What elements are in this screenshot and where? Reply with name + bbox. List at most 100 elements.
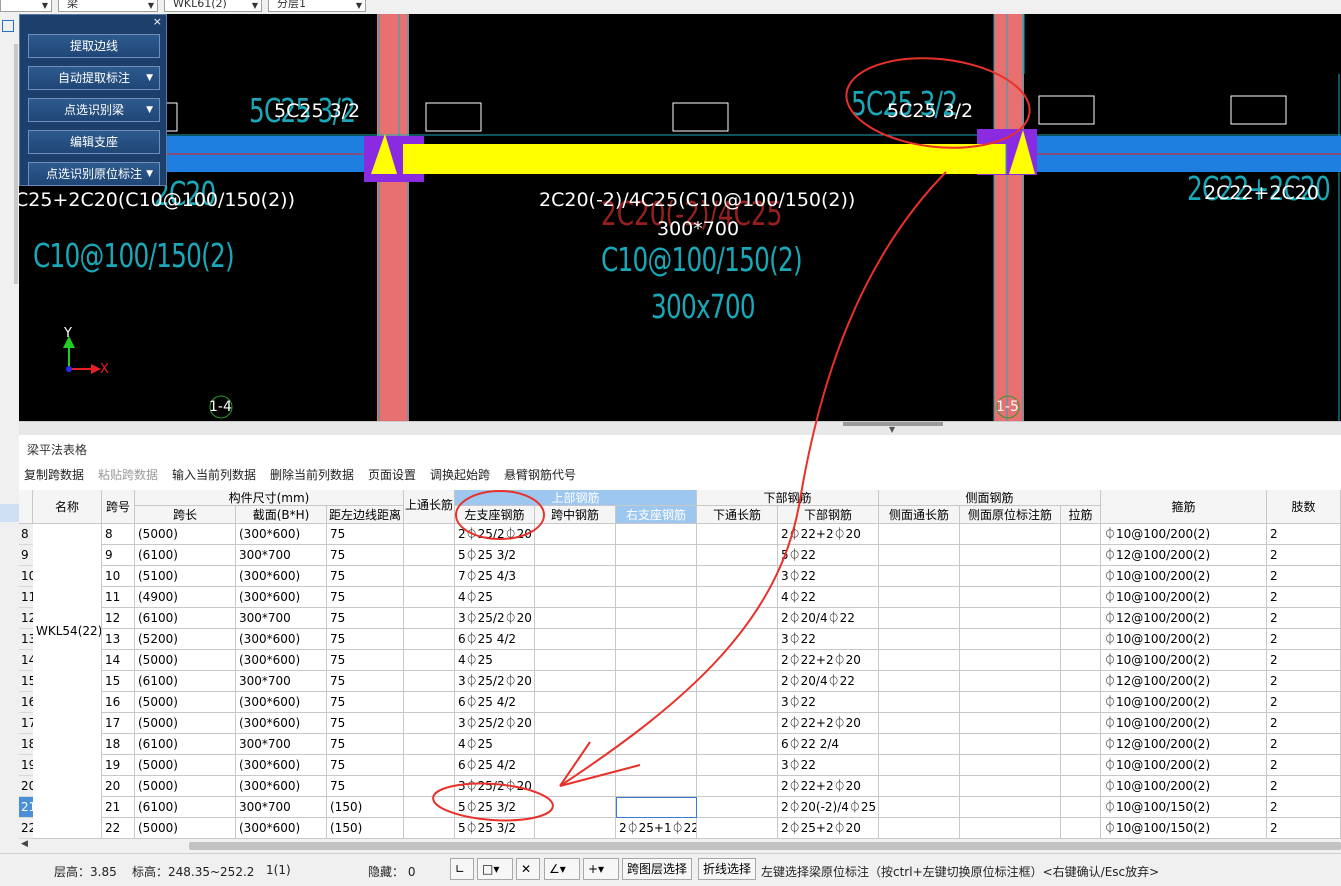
cell-length[interactable]: (6100) bbox=[135, 545, 236, 566]
cell-left-support[interactable]: 3⏀25/2⏀20 bbox=[455, 776, 535, 797]
cell-offset[interactable]: 75 bbox=[327, 545, 404, 566]
pick-recognize-original-annotation-button[interactable]: 点选识别原位标注 ▼ bbox=[28, 162, 160, 186]
cell-empty[interactable] bbox=[1061, 713, 1101, 734]
cell-span[interactable]: 18 bbox=[102, 734, 135, 755]
view-splitter[interactable]: ▼ bbox=[19, 421, 1341, 436]
cell-empty[interactable] bbox=[879, 566, 960, 587]
cell-empty[interactable] bbox=[535, 524, 616, 545]
cell-section[interactable]: (300*600) bbox=[236, 692, 327, 713]
cell-span[interactable]: 21 bbox=[102, 797, 135, 818]
row-index[interactable]: 8 bbox=[19, 524, 33, 545]
cell-stirrup[interactable]: ⏀10@100/200(2) bbox=[1101, 692, 1267, 713]
cell-right-support[interactable] bbox=[616, 650, 697, 671]
cell-stirrup[interactable]: ⏀10@100/200(2) bbox=[1101, 587, 1267, 608]
paste-span-data-button[interactable]: 粘贴跨数据 bbox=[98, 466, 158, 483]
combo-element-type[interactable]: 梁 ▼ bbox=[58, 0, 158, 12]
cell-offset[interactable]: 75 bbox=[327, 692, 404, 713]
header-bottom-through[interactable]: 下通长筋 bbox=[697, 506, 778, 524]
cell-left-support[interactable]: 5⏀25 3/2 bbox=[455, 797, 535, 818]
cell-empty[interactable] bbox=[1061, 566, 1101, 587]
cell-legs[interactable]: 2 bbox=[1267, 818, 1341, 839]
cell-empty[interactable] bbox=[404, 524, 455, 545]
row-index[interactable]: 17 bbox=[19, 713, 36, 734]
row-index[interactable]: 12 bbox=[19, 608, 36, 629]
header-side-orig[interactable]: 侧面原位标注筋 bbox=[960, 506, 1061, 524]
header-offset[interactable]: 距左边线距离 bbox=[327, 506, 404, 524]
chevron-down-icon[interactable]: ▼ bbox=[146, 67, 153, 89]
cad-drawing-area[interactable]: 5C25 3/2 5C25 3/2 5C25 3/2 5C25 3/2 2C20… bbox=[19, 14, 1341, 421]
cell-empty[interactable] bbox=[697, 671, 778, 692]
cell-empty[interactable] bbox=[697, 818, 778, 839]
cell-stirrup[interactable]: ⏀10@100/200(2) bbox=[1101, 776, 1267, 797]
cell-left-support[interactable]: 6⏀25 4/2 bbox=[455, 629, 535, 650]
cell-empty[interactable] bbox=[697, 608, 778, 629]
cell-length[interactable]: (5000) bbox=[135, 713, 236, 734]
row-index[interactable]: 11 bbox=[19, 587, 36, 608]
cell-section[interactable]: (300*600) bbox=[236, 776, 327, 797]
swap-start-span-button[interactable]: 调换起始跨 bbox=[430, 466, 490, 483]
cell-stirrup[interactable]: ⏀12@100/200(2) bbox=[1101, 734, 1267, 755]
cell-left-support[interactable]: 4⏀25 bbox=[455, 650, 535, 671]
cell-legs[interactable]: 2 bbox=[1267, 629, 1341, 650]
cell-empty[interactable] bbox=[960, 629, 1061, 650]
cell-offset[interactable]: 75 bbox=[327, 587, 404, 608]
cell-empty[interactable] bbox=[1061, 545, 1101, 566]
cell-empty[interactable] bbox=[960, 734, 1061, 755]
cell-bottom-bar[interactable]: 4⏀22 bbox=[778, 587, 879, 608]
cell-empty[interactable] bbox=[1061, 524, 1101, 545]
cell-offset[interactable]: 75 bbox=[327, 755, 404, 776]
cell-stirrup[interactable]: ⏀10@100/200(2) bbox=[1101, 524, 1267, 545]
cell-left-support[interactable]: 7⏀25 4/3 bbox=[455, 566, 535, 587]
cell-offset[interactable]: (150) bbox=[327, 818, 404, 839]
cell-empty[interactable] bbox=[960, 671, 1061, 692]
cad-text-white[interactable]: 5C25 3/2 bbox=[887, 100, 973, 122]
cell-length[interactable]: (5100) bbox=[135, 566, 236, 587]
angle-icon[interactable]: ∠▾ bbox=[544, 858, 580, 880]
chevron-down-icon[interactable]: ▼ bbox=[889, 425, 895, 434]
cell-legs[interactable]: 2 bbox=[1267, 566, 1341, 587]
cell-empty[interactable] bbox=[535, 566, 616, 587]
cell-empty[interactable] bbox=[879, 524, 960, 545]
cad-text-white[interactable]: 300*700 bbox=[657, 218, 739, 240]
cad-text-white[interactable]: C25+2C20(C10@100/150(2)) bbox=[19, 189, 295, 211]
cell-empty[interactable] bbox=[1061, 818, 1101, 839]
cell-empty[interactable] bbox=[404, 692, 455, 713]
cell-section[interactable]: 300*700 bbox=[236, 671, 327, 692]
cell-empty[interactable] bbox=[960, 650, 1061, 671]
cell-length[interactable]: (6100) bbox=[135, 734, 236, 755]
cell-stirrup[interactable]: ⏀12@100/200(2) bbox=[1101, 671, 1267, 692]
cell-length[interactable]: (5000) bbox=[135, 650, 236, 671]
cell-right-support[interactable] bbox=[616, 671, 697, 692]
cell-empty[interactable] bbox=[1061, 671, 1101, 692]
cell-beam-name[interactable]: WKL54(22) bbox=[33, 524, 102, 839]
cell-length[interactable]: (5000) bbox=[135, 692, 236, 713]
cell-empty[interactable] bbox=[1061, 755, 1101, 776]
cell-length[interactable]: (5000) bbox=[135, 776, 236, 797]
cell-empty[interactable] bbox=[879, 671, 960, 692]
cell-empty[interactable] bbox=[404, 776, 455, 797]
cell-length[interactable]: (5000) bbox=[135, 524, 236, 545]
column-1-5[interactable] bbox=[994, 14, 1024, 421]
cell-bottom-bar[interactable]: 2⏀22+2⏀20 bbox=[778, 524, 879, 545]
cell-legs[interactable]: 2 bbox=[1267, 524, 1341, 545]
cell-empty[interactable] bbox=[960, 776, 1061, 797]
cell-empty[interactable] bbox=[697, 650, 778, 671]
cell-empty[interactable] bbox=[1061, 776, 1101, 797]
row-index[interactable]: 21 bbox=[19, 797, 36, 818]
cell-right-support[interactable] bbox=[616, 545, 697, 566]
cell-right-support[interactable] bbox=[616, 713, 697, 734]
cell-empty[interactable] bbox=[1061, 587, 1101, 608]
cell-stirrup[interactable]: ⏀10@100/200(2) bbox=[1101, 650, 1267, 671]
cell-empty[interactable] bbox=[1061, 608, 1101, 629]
annotation-box[interactable] bbox=[672, 102, 729, 132]
cell-section[interactable]: (300*600) bbox=[236, 566, 327, 587]
cell-section[interactable]: (300*600) bbox=[236, 587, 327, 608]
cell-length[interactable]: (5000) bbox=[135, 818, 236, 839]
cell-right-support[interactable] bbox=[616, 755, 697, 776]
cell-empty[interactable] bbox=[404, 797, 455, 818]
cell-empty[interactable] bbox=[697, 524, 778, 545]
cell-empty[interactable] bbox=[960, 755, 1061, 776]
cell-empty[interactable] bbox=[879, 713, 960, 734]
cell-empty[interactable] bbox=[697, 545, 778, 566]
cell-legs[interactable]: 2 bbox=[1267, 755, 1341, 776]
